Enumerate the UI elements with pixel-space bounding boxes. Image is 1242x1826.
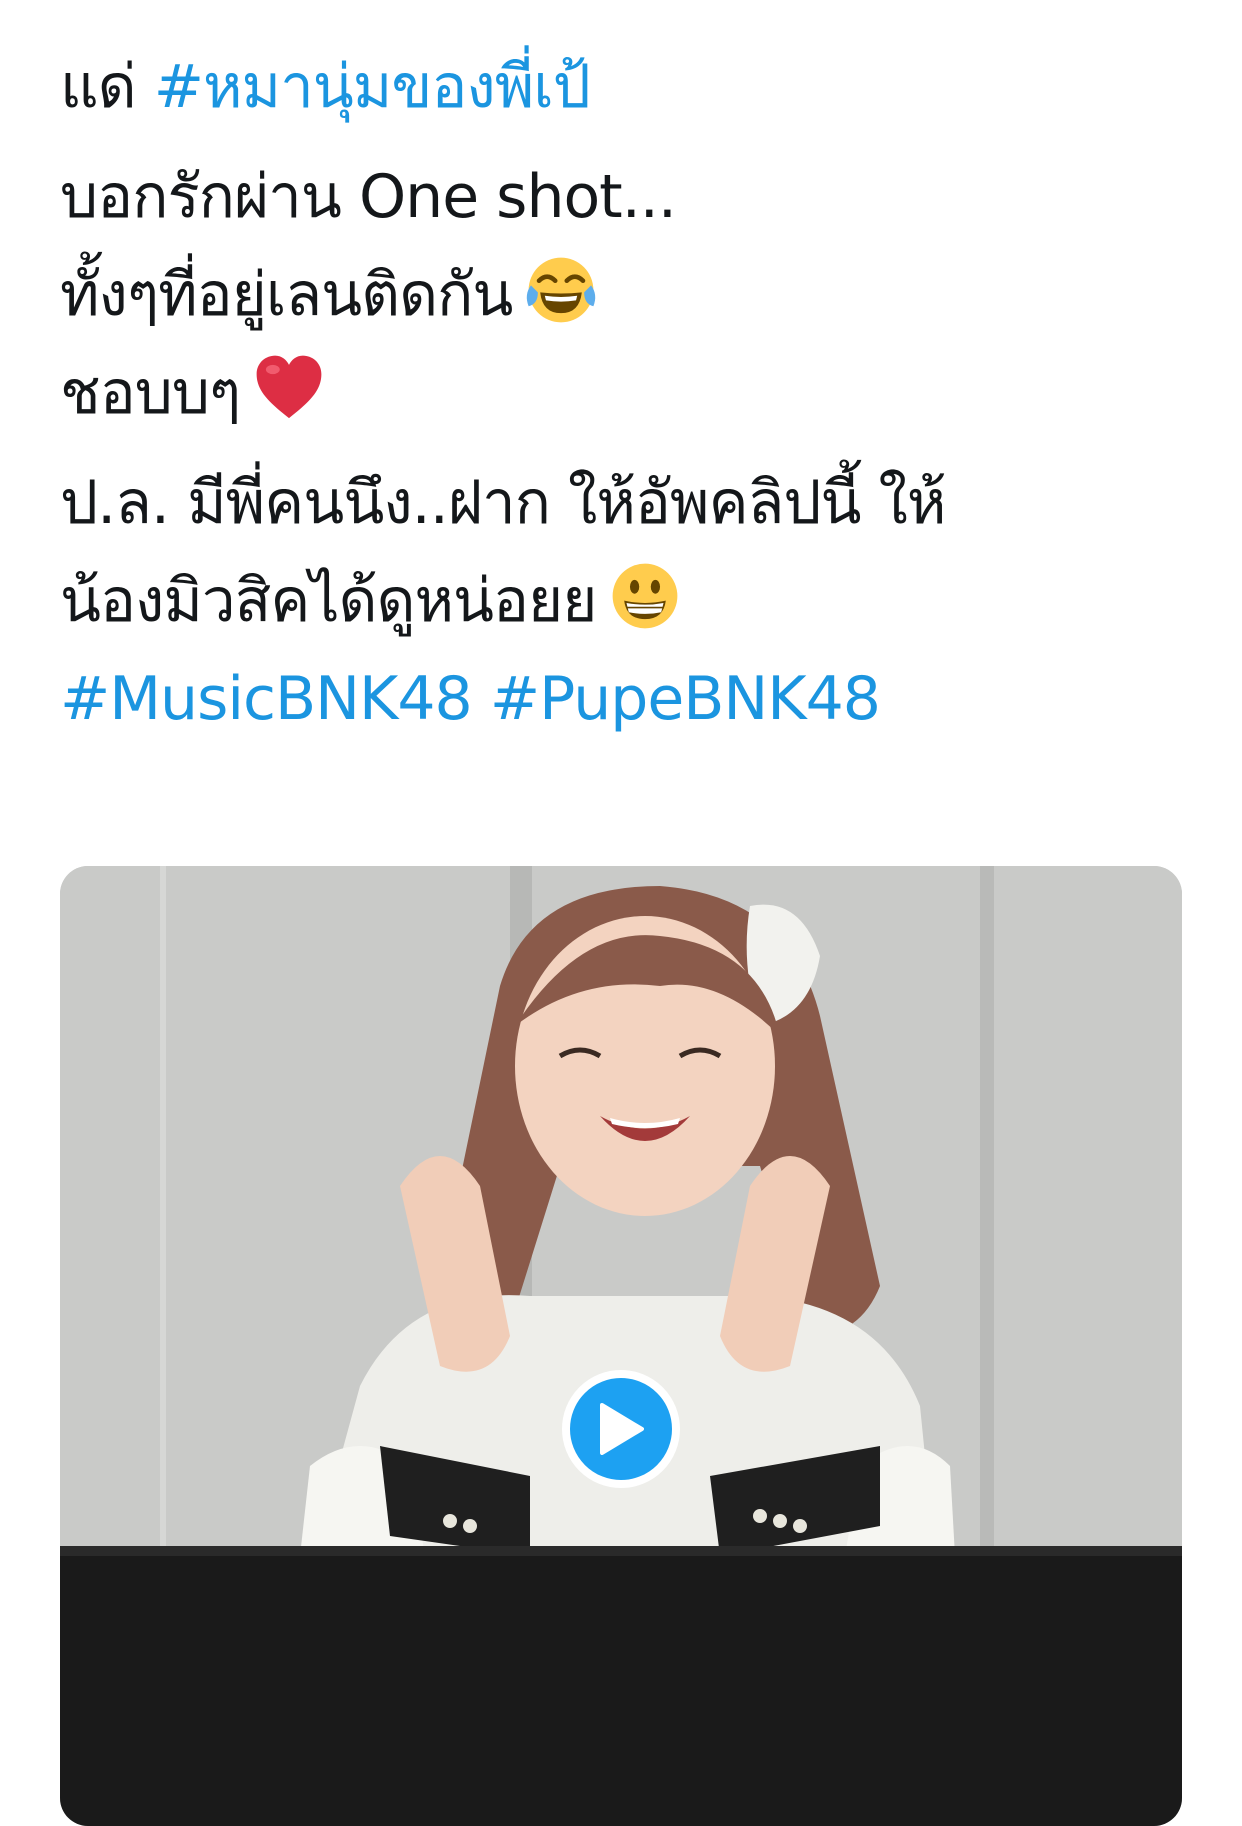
face-with-tears-of-joy-emoji [527, 257, 596, 323]
grinning-face-emoji [613, 563, 678, 629]
video-thumbnail[interactable] [60, 866, 1182, 1826]
postscript-line-2: น้องมิวสิคได้ดูหน่อยย [60, 552, 1180, 650]
message-line-2-text: ทั้งๆที่อยู่เลนติดกัน [60, 260, 513, 330]
play-button[interactable] [562, 1370, 680, 1488]
message-line-1: บอกรักผ่าน One shot... [60, 162, 677, 232]
hashtag-link[interactable]: #MusicBNK48 [60, 664, 473, 734]
postscript-line-2-text: น้องมิวสิคได้ดูหน่อยย [60, 566, 597, 636]
red-heart-emoji [256, 355, 322, 419]
play-icon [600, 1403, 644, 1455]
message-line-3: ชอบบๆ [60, 344, 1180, 442]
hashtag-line: #MusicBNK48 #PupeBNK48 [60, 650, 1180, 748]
hashtag-link[interactable]: #PupeBNK48 [490, 664, 881, 734]
message-line-3-text: ชอบบๆ [60, 358, 241, 428]
dedication-prefix: แด่ [60, 52, 154, 122]
dedication-line: แด่ #หมานุ่มของพี่เป้ [60, 38, 1180, 136]
postscript-line-1: ป.ล. มีพี่คนนึง..ฝาก ให้อัพคลิปนี้ ให้ [60, 468, 946, 538]
message-paragraph: บอกรักผ่าน One shot... ทั้งๆที่อยู่เลนติ… [60, 148, 1180, 442]
tweet-text: แด่ #หมานุ่มของพี่เป้ บอกรักผ่าน One sho… [60, 38, 1180, 748]
video-frame-image [60, 866, 1182, 1826]
dedication-paragraph: แด่ #หมานุ่มของพี่เป้ [60, 38, 1180, 136]
message-line-2: ทั้งๆที่อยู่เลนติดกัน [60, 246, 1180, 344]
postscript-paragraph: ป.ล. มีพี่คนนึง..ฝาก ให้อัพคลิปนี้ ให้ น… [60, 454, 1180, 748]
hashtag-link[interactable]: #หมานุ่มของพี่เป้ [154, 52, 591, 122]
